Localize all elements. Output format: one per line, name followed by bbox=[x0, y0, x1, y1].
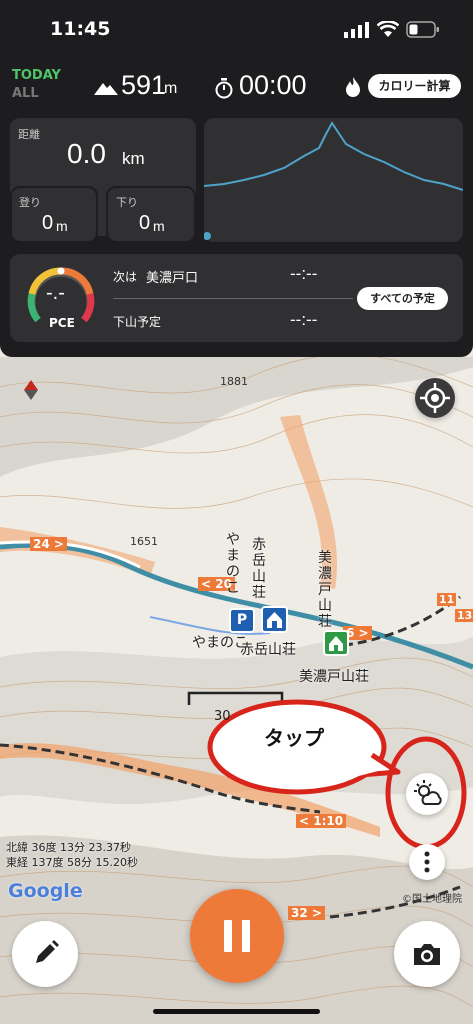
next-waypoint: 美濃戸口 bbox=[146, 271, 199, 286]
scale-label: 30 bbox=[214, 709, 231, 724]
weather-sun-cloud-icon bbox=[414, 780, 442, 805]
more-vertical-icon bbox=[424, 851, 430, 873]
all-schedule-button[interactable]: すべての予定 bbox=[357, 287, 448, 310]
more-options-button[interactable] bbox=[409, 844, 445, 880]
tap-callout-text: タップ bbox=[264, 726, 324, 750]
home-indicator bbox=[153, 1009, 320, 1014]
camera-icon bbox=[414, 944, 440, 965]
hut-yamanoko-vertical: やまのこ bbox=[226, 532, 240, 596]
topographic-map[interactable]: 1881 1651 24 > < 20 6 > < 1:10 32 > 11 1… bbox=[0, 357, 473, 1024]
elevation-profile-chart bbox=[203, 118, 464, 242]
descent-value: 0 bbox=[139, 212, 151, 234]
schedule-panel: -.- PCE 次は 美濃戸口 --:-- 下山予定 --:-- すべての予定 bbox=[10, 254, 463, 342]
today-tab[interactable]: TODAY bbox=[12, 68, 61, 83]
route-tag-32: 32 > bbox=[288, 906, 325, 920]
descent-schedule-label: 下山予定 bbox=[113, 315, 162, 329]
current-location-button[interactable] bbox=[415, 378, 455, 418]
all-tab[interactable]: ALL bbox=[12, 86, 39, 101]
longitude-readout: 東経 137度 58分 15.20秒 bbox=[6, 856, 138, 869]
compass-icon[interactable] bbox=[20, 379, 42, 401]
house-icon bbox=[329, 636, 343, 651]
elevation-profile-line bbox=[203, 121, 464, 240]
weather-button[interactable] bbox=[406, 773, 448, 815]
ascent-label: 登り bbox=[19, 196, 41, 209]
altitude-value: 591 bbox=[121, 70, 167, 100]
google-logo: Google bbox=[8, 880, 83, 902]
mountain-icon bbox=[94, 83, 118, 95]
ascent-unit: m bbox=[56, 218, 68, 234]
calorie-button[interactable]: カロリー計算 bbox=[368, 74, 461, 98]
pce-value: -.- bbox=[46, 282, 65, 304]
map-attribution[interactable]: ©国土地理院 bbox=[402, 890, 462, 905]
current-position-marker bbox=[203, 232, 211, 240]
altitude-unit: m bbox=[164, 80, 178, 97]
battery-icon bbox=[406, 21, 439, 38]
hut-icon-akadake[interactable] bbox=[261, 606, 288, 633]
route-tag-13: 13 bbox=[455, 609, 473, 622]
activity-dashboard: TODAY ALL 591 m 00:00 カロリー計算 距離 0.0 km 登… bbox=[0, 60, 473, 357]
next-prefix: 次は bbox=[113, 270, 138, 284]
pause-button[interactable] bbox=[190, 889, 284, 983]
crosshair-icon bbox=[420, 383, 450, 413]
distance-value: 0.0 bbox=[67, 138, 106, 169]
ascent-card: 登り 0 m bbox=[10, 186, 98, 243]
hut-minoto-vertical: 美濃戸山荘 bbox=[318, 550, 332, 630]
status-bar: 11:45 bbox=[0, 0, 473, 60]
hut-akadake-vertical: 赤岳山荘 bbox=[252, 537, 266, 601]
wifi-icon bbox=[377, 21, 399, 37]
flame-icon bbox=[346, 77, 360, 97]
descent-label: 下り bbox=[116, 196, 138, 209]
elevation-label-1881: 1881 bbox=[220, 375, 248, 388]
descent-eta: --:-- bbox=[290, 310, 318, 329]
hut-akadake-label: 赤岳山荘 bbox=[240, 642, 296, 658]
cellular-signal-icon bbox=[344, 22, 369, 38]
camera-button[interactable] bbox=[394, 921, 460, 987]
parking-badge[interactable]: P bbox=[229, 608, 255, 633]
distance-label: 距離 bbox=[18, 128, 40, 141]
edit-button[interactable] bbox=[12, 921, 78, 987]
next-eta: --:-- bbox=[290, 264, 318, 283]
elevation-label-1651: 1651 bbox=[130, 535, 158, 548]
hut-icon-minoto[interactable] bbox=[323, 630, 349, 656]
pause-icon bbox=[224, 920, 250, 952]
elapsed-time: 00:00 bbox=[239, 70, 307, 100]
route-tag-24: 24 > bbox=[30, 537, 67, 551]
stopwatch-icon bbox=[215, 78, 233, 99]
descent-unit: m bbox=[153, 218, 165, 234]
divider bbox=[113, 298, 353, 299]
route-tag-110: < 1:10 bbox=[296, 814, 347, 828]
route-tag-11: 11 bbox=[437, 593, 457, 606]
descent-card: 下り 0 m bbox=[106, 186, 196, 243]
latitude-readout: 北緯 36度 13分 23.37秒 bbox=[6, 841, 131, 854]
pce-label: PCE bbox=[49, 316, 75, 330]
status-time: 11:45 bbox=[50, 18, 111, 40]
pencil-icon bbox=[36, 940, 59, 963]
ascent-value: 0 bbox=[42, 212, 54, 234]
distance-unit: km bbox=[122, 149, 145, 168]
hut-minoto-label: 美濃戸山荘 bbox=[299, 669, 369, 685]
house-icon bbox=[267, 612, 282, 628]
